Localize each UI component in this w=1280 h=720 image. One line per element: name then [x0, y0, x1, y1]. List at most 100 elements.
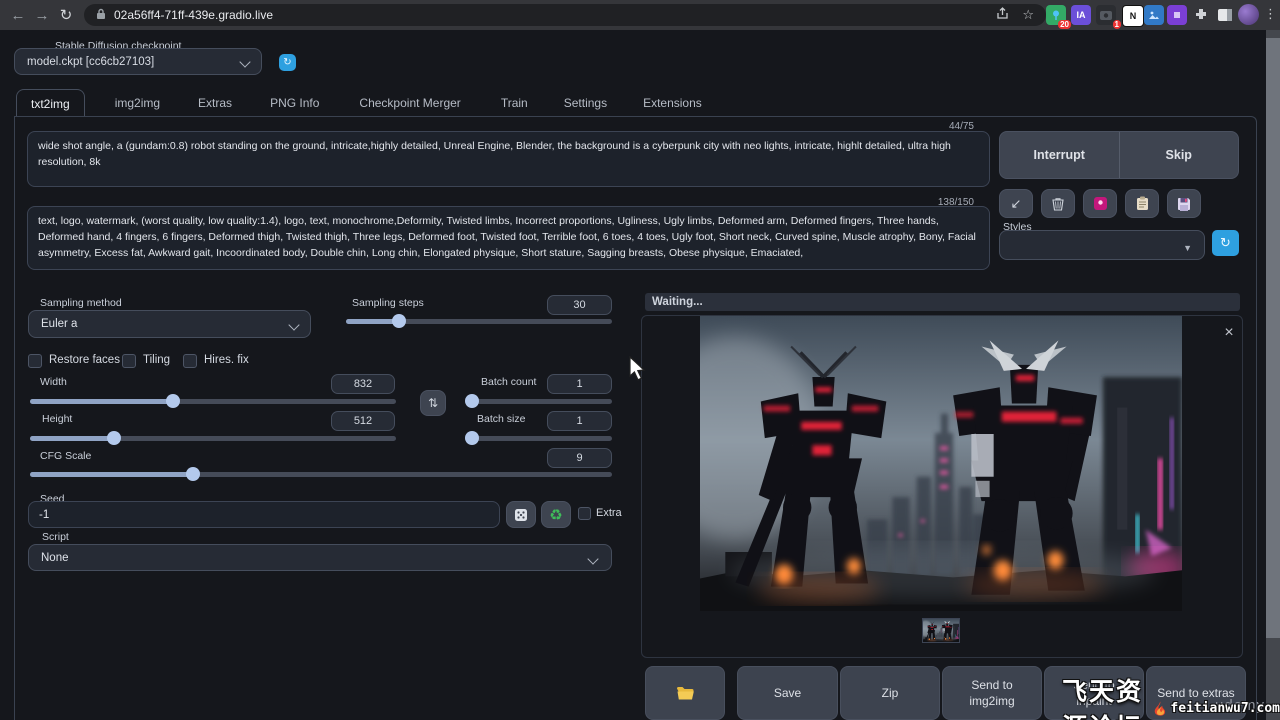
restore-faces-checkbox[interactable] [28, 354, 42, 368]
ext-onenote-icon[interactable] [1167, 5, 1187, 25]
ext-image-icon[interactable] [1144, 5, 1164, 25]
side-panel-icon[interactable] [1215, 5, 1235, 25]
gallery-thumbnail[interactable] [922, 618, 960, 643]
restore-faces-label: Restore faces [49, 354, 120, 366]
clear-prompt-button[interactable] [1041, 189, 1075, 218]
browser-menu-icon[interactable]: ⋮ [1264, 6, 1277, 22]
batch-count-slider[interactable] [468, 394, 612, 408]
width-label: Width [40, 376, 67, 388]
page-scrollbar[interactable] [1266, 30, 1280, 720]
generated-image[interactable] [700, 316, 1182, 611]
height-number[interactable] [331, 411, 395, 431]
negative-prompt-input[interactable]: text, logo, watermark, (worst quality, l… [27, 206, 990, 270]
bookmark-star-icon[interactable]: ☆ [1022, 7, 1034, 23]
ext-camera-icon[interactable]: 1 [1096, 5, 1116, 25]
sampling-method-value: Euler a [41, 318, 77, 330]
forward-icon[interactable]: → [30, 7, 54, 24]
tab-extras[interactable]: Extras [198, 96, 232, 110]
height-slider[interactable] [30, 431, 396, 445]
interrupt-button[interactable]: Interrupt [1000, 148, 1119, 162]
tiling-checkbox[interactable] [122, 354, 136, 368]
share-icon[interactable] [996, 7, 1010, 23]
save-style-button[interactable] [1167, 189, 1201, 218]
sampling-method-label: Sampling method [40, 297, 122, 309]
ext-pin-badge: 20 [1058, 20, 1071, 29]
tab-txt2img[interactable]: txt2img [16, 89, 85, 117]
flame-icon [1152, 694, 1168, 720]
batch-size-slider[interactable] [468, 431, 612, 445]
extra-networks-button[interactable] [1083, 189, 1117, 218]
extensions-puzzle-icon[interactable] [1191, 5, 1211, 25]
ext-camera-badge: 1 [1113, 20, 1121, 29]
profile-avatar[interactable] [1238, 4, 1259, 25]
ext-ia-icon[interactable]: IA [1071, 5, 1091, 25]
tiling-label: Tiling [143, 354, 170, 366]
cfg-scale-label: CFG Scale [40, 450, 91, 462]
checkpoint-dropdown[interactable]: model.ckpt [cc6cb27103] [14, 48, 262, 75]
script-dropdown[interactable]: None [28, 544, 612, 571]
sampling-steps-number[interactable] [547, 295, 612, 315]
tab-img2img[interactable]: img2img [115, 96, 160, 110]
script-label: Script [42, 531, 69, 543]
send-to-img2img-button[interactable]: Send to img2img [942, 666, 1042, 720]
ext-notion-icon[interactable]: N [1122, 5, 1144, 27]
tab-bar: txt2img img2img Extras PNG Info Checkpoi… [16, 89, 1255, 117]
save-button[interactable]: Save [737, 666, 838, 720]
dice-icon [514, 508, 528, 522]
reload-icon[interactable]: ↻ [54, 6, 78, 24]
tab-png-info[interactable]: PNG Info [270, 96, 319, 110]
styles-dropdown[interactable]: ▼ [999, 230, 1205, 260]
checkpoint-value: model.ckpt [cc6cb27103] [27, 56, 154, 68]
close-image-button[interactable]: × [1220, 324, 1238, 342]
watermark-domain: feitianwu7.com [1170, 701, 1280, 716]
styles-refresh-button[interactable]: ↻ [1212, 230, 1239, 256]
tab-train[interactable]: Train [501, 96, 528, 110]
address-bar[interactable]: 02a56ff4-71ff-439e.gradio.live ☆ [84, 4, 1046, 26]
tab-extensions[interactable]: Extensions [643, 96, 702, 110]
random-seed-button[interactable] [506, 501, 536, 528]
chevron-down-icon: ▼ [1183, 243, 1192, 253]
chevron-down-icon [288, 319, 299, 330]
prompt-input[interactable]: wide shot angle, a (gundam:0.8) robot st… [27, 131, 990, 187]
trash-icon [1051, 197, 1065, 211]
batch-size-number[interactable] [547, 411, 612, 431]
open-folder-button[interactable] [645, 666, 725, 720]
ext-pin-icon[interactable]: 20 [1046, 5, 1066, 25]
script-value: None [41, 552, 69, 564]
watermark-cn-text: 飞天资源论坛 [1062, 672, 1150, 720]
batch-size-label: Batch size [477, 413, 525, 425]
folder-icon [676, 686, 695, 701]
height-label: Height [42, 413, 72, 425]
url-text: 02a56ff4-71ff-439e.gradio.live [114, 8, 273, 22]
cfg-scale-slider[interactable] [30, 467, 612, 481]
lock-icon [96, 8, 106, 23]
width-slider[interactable] [30, 394, 396, 408]
checkpoint-refresh-button[interactable]: ↻ [279, 54, 296, 71]
stable-diffusion-webui: ← → ↻ 02a56ff4-71ff-439e.gradio.live ☆ 2… [0, 0, 1280, 720]
paste-params-button[interactable]: ↙ [999, 189, 1033, 218]
width-number[interactable] [331, 374, 395, 394]
apply-style-button[interactable] [1125, 189, 1159, 218]
seed-input[interactable] [28, 501, 500, 528]
skip-button[interactable]: Skip [1120, 148, 1239, 162]
progress-bar: Waiting... [645, 293, 1240, 311]
scrollbar-thumb[interactable] [1266, 38, 1280, 638]
swap-dimensions-button[interactable]: ⇅ [420, 390, 446, 416]
hires-fix-checkbox[interactable] [183, 354, 197, 368]
chevron-down-icon [239, 56, 250, 67]
hires-fix-label: Hires. fix [204, 354, 249, 366]
tab-settings[interactable]: Settings [564, 96, 607, 110]
batch-count-number[interactable] [547, 374, 612, 394]
sampling-method-dropdown[interactable]: Euler a [28, 310, 311, 338]
zip-button[interactable]: Zip [840, 666, 940, 720]
back-icon[interactable]: ← [6, 7, 30, 24]
cfg-scale-number[interactable] [547, 448, 612, 468]
progress-status: Waiting... [652, 296, 703, 308]
reuse-seed-button[interactable]: ♻ [541, 501, 571, 528]
sampling-steps-slider[interactable] [346, 314, 612, 328]
interrupt-skip-group: Interrupt Skip [999, 131, 1239, 179]
seed-extra-label: Extra [596, 507, 622, 519]
sampling-steps-label: Sampling steps [352, 297, 424, 309]
seed-extra-checkbox[interactable] [578, 507, 591, 520]
tab-checkpoint-merger[interactable]: Checkpoint Merger [359, 96, 460, 110]
